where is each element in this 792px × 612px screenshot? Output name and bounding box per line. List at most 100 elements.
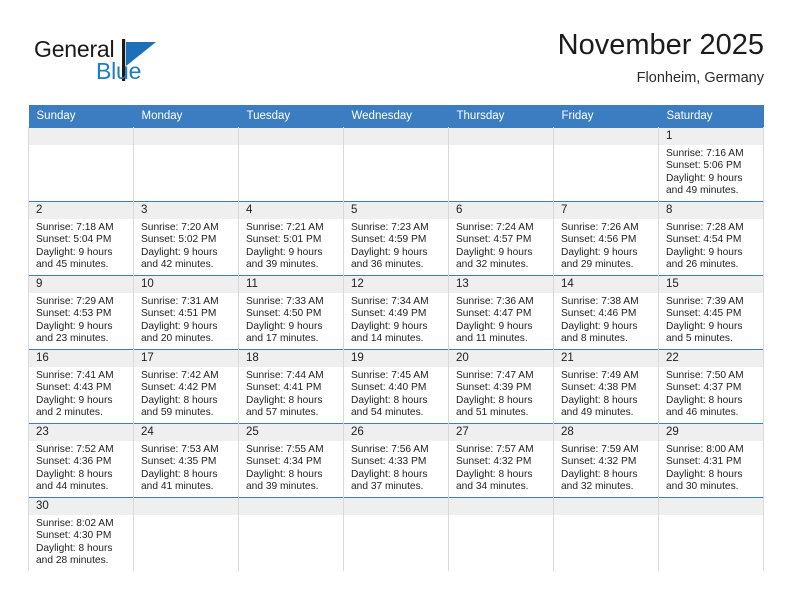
sunrise-line: Sunrise: 7:47 AM (456, 370, 534, 381)
daylight-line-1: Daylight: 8 hours (456, 468, 533, 480)
day-cell[interactable]: 26 Sunrise: 7:56 AM Sunset: 4:33 PM Dayligh… (343, 423, 449, 498)
daylight-line-1: Daylight: 9 hours (246, 320, 323, 332)
daylight-line-2: and 23 minutes. (36, 333, 109, 345)
daylight-line-2: and 39 minutes. (246, 481, 319, 493)
day-number: 26 (344, 424, 448, 441)
day-number (344, 128, 448, 145)
daylight-line-2: and 44 minutes. (36, 481, 109, 493)
daylight-line-2: and 59 minutes. (141, 407, 214, 419)
day-number: 11 (239, 276, 343, 293)
day-details: Sunrise: 7:21 AM Sunset: 5:01 PM Daylight:… (239, 219, 343, 272)
daylight-line-1: Daylight: 9 hours (456, 246, 533, 258)
day-number (659, 498, 763, 515)
sunrise-line: Sunrise: 7:21 AM (246, 222, 324, 233)
day-cell[interactable]: 16 Sunrise: 7:41 AM Sunset: 4:43 PM Dayligh… (28, 349, 134, 424)
day-cell[interactable]: 18 Sunrise: 7:44 AM Sunset: 4:41 PM Dayligh… (238, 349, 344, 424)
day-details: Sunrise: 7:34 AM Sunset: 4:49 PM Daylight:… (344, 293, 448, 346)
day-cell[interactable]: 3 Sunrise: 7:20 AM Sunset: 5:02 PM Daylight… (133, 201, 239, 276)
day-cell[interactable]: 4 Sunrise: 7:21 AM Sunset: 5:01 PM Daylight… (238, 201, 344, 276)
daylight-line-2: and 5 minutes. (666, 333, 733, 345)
sunrise-line: Sunrise: 8:02 AM (36, 518, 114, 529)
daylight-line-2: and 49 minutes. (666, 185, 739, 197)
sunset-line: Sunset: 4:46 PM (561, 308, 637, 320)
day-cell[interactable]: 7 Sunrise: 7:26 AM Sunset: 4:56 PM Daylight… (553, 201, 659, 276)
sunset-line: Sunset: 4:33 PM (351, 456, 427, 468)
day-number: 20 (449, 350, 553, 367)
sunrise-line: Sunrise: 7:44 AM (246, 370, 324, 381)
day-cell (448, 127, 554, 202)
sunrise-line: Sunrise: 7:49 AM (561, 370, 639, 381)
day-cell[interactable]: 27 Sunrise: 7:57 AM Sunset: 4:32 PM Dayligh… (448, 423, 554, 498)
weekday-header-tuesday: Tuesday (238, 105, 344, 128)
day-cell[interactable]: 8 Sunrise: 7:28 AM Sunset: 4:54 PM Daylight… (658, 201, 764, 276)
daylight-line-2: and 46 minutes. (666, 407, 739, 419)
day-number: 10 (134, 276, 238, 293)
day-details: Sunrise: 7:50 AM Sunset: 4:37 PM Daylight:… (659, 367, 763, 420)
day-cell[interactable]: 19 Sunrise: 7:45 AM Sunset: 4:40 PM Dayligh… (343, 349, 449, 424)
day-cell (553, 127, 659, 202)
weekday-header-monday: Monday (133, 105, 239, 128)
day-cell[interactable]: 12 Sunrise: 7:34 AM Sunset: 4:49 PM Dayligh… (343, 275, 449, 350)
sunrise-line: Sunrise: 7:18 AM (36, 222, 114, 233)
sunrise-line: Sunrise: 7:50 AM (666, 370, 744, 381)
sunset-line: Sunset: 4:31 PM (666, 456, 742, 468)
day-cell[interactable]: 6 Sunrise: 7:24 AM Sunset: 4:57 PM Daylight… (448, 201, 554, 276)
day-details: Sunrise: 7:23 AM Sunset: 4:59 PM Daylight:… (344, 219, 448, 272)
day-cell[interactable]: 15 Sunrise: 7:39 AM Sunset: 4:45 PM Dayligh… (658, 275, 764, 350)
day-cell[interactable]: 21 Sunrise: 7:49 AM Sunset: 4:38 PM Dayligh… (553, 349, 659, 424)
daylight-line-1: Daylight: 9 hours (561, 320, 638, 332)
day-cell[interactable]: 23 Sunrise: 7:52 AM Sunset: 4:36 PM Dayligh… (28, 423, 134, 498)
day-cell[interactable]: 2 Sunrise: 7:18 AM Sunset: 5:04 PM Daylight… (28, 201, 134, 276)
day-cell[interactable]: 5 Sunrise: 7:23 AM Sunset: 4:59 PM Daylight… (343, 201, 449, 276)
sunset-line: Sunset: 4:40 PM (351, 382, 427, 394)
weekday-header-thursday: Thursday (448, 105, 554, 128)
day-number: 25 (239, 424, 343, 441)
day-details: Sunrise: 7:45 AM Sunset: 4:40 PM Daylight:… (344, 367, 448, 420)
sunset-line: Sunset: 4:37 PM (666, 382, 742, 394)
calendar-week-row: 23 Sunrise: 7:52 AM Sunset: 4:36 PM Dayligh… (28, 423, 764, 498)
day-details (449, 515, 553, 518)
day-cell[interactable]: 22 Sunrise: 7:50 AM Sunset: 4:37 PM Dayligh… (658, 349, 764, 424)
day-number: 21 (554, 350, 658, 367)
weekday-header-friday: Friday (553, 105, 659, 128)
day-cell[interactable]: 30 Sunrise: 8:02 AM Sunset: 4:30 PM Dayligh… (28, 497, 134, 571)
day-details (134, 145, 238, 148)
day-number (239, 128, 343, 145)
daylight-line-1: Daylight: 8 hours (351, 468, 428, 480)
sunset-line: Sunset: 4:34 PM (246, 456, 322, 468)
sunrise-line: Sunrise: 7:59 AM (561, 444, 639, 455)
brand-logo[interactable]: General Blue (34, 36, 234, 92)
daylight-line-2: and 36 minutes. (351, 259, 424, 271)
daylight-line-2: and 34 minutes. (456, 481, 529, 493)
day-number: 16 (29, 350, 133, 367)
day-number: 22 (659, 350, 763, 367)
day-cell[interactable]: 25 Sunrise: 7:55 AM Sunset: 4:34 PM Dayligh… (238, 423, 344, 498)
daylight-line-1: Daylight: 8 hours (561, 468, 638, 480)
sunset-line: Sunset: 5:02 PM (141, 234, 217, 246)
day-cell[interactable]: 17 Sunrise: 7:42 AM Sunset: 4:42 PM Dayligh… (133, 349, 239, 424)
sunset-line: Sunset: 4:57 PM (456, 234, 532, 246)
title-block: November 2025 Flonheim, Germany (558, 28, 764, 88)
day-cell[interactable]: 10 Sunrise: 7:31 AM Sunset: 4:51 PM Dayligh… (133, 275, 239, 350)
day-cell[interactable]: 13 Sunrise: 7:36 AM Sunset: 4:47 PM Dayligh… (448, 275, 554, 350)
sunrise-line: Sunrise: 7:39 AM (666, 296, 744, 307)
daylight-line-1: Daylight: 9 hours (666, 320, 743, 332)
day-number (554, 128, 658, 145)
day-cell[interactable]: 29 Sunrise: 8:00 AM Sunset: 4:31 PM Dayligh… (658, 423, 764, 498)
calendar-page: General Blue November 2025 Flonheim, Ger… (0, 0, 792, 612)
sunrise-line: Sunrise: 7:53 AM (141, 444, 219, 455)
day-cell[interactable]: 1 Sunrise: 7:16 AM Sunset: 5:06 PM Daylight… (658, 127, 764, 202)
sunrise-line: Sunrise: 7:29 AM (36, 296, 114, 307)
sunrise-line: Sunrise: 7:16 AM (666, 148, 744, 159)
daylight-line-2: and 30 minutes. (666, 481, 739, 493)
day-cell[interactable]: 28 Sunrise: 7:59 AM Sunset: 4:32 PM Dayligh… (553, 423, 659, 498)
daylight-line-1: Daylight: 8 hours (141, 468, 218, 480)
day-cell (658, 497, 764, 571)
day-cell[interactable]: 11 Sunrise: 7:33 AM Sunset: 4:50 PM Dayligh… (238, 275, 344, 350)
day-cell[interactable]: 24 Sunrise: 7:53 AM Sunset: 4:35 PM Dayligh… (133, 423, 239, 498)
daylight-line-1: Daylight: 9 hours (351, 320, 428, 332)
day-cell[interactable]: 14 Sunrise: 7:38 AM Sunset: 4:46 PM Dayligh… (553, 275, 659, 350)
day-cell[interactable]: 9 Sunrise: 7:29 AM Sunset: 4:53 PM Daylight… (28, 275, 134, 350)
day-details: Sunrise: 7:39 AM Sunset: 4:45 PM Daylight:… (659, 293, 763, 346)
day-cell[interactable]: 20 Sunrise: 7:47 AM Sunset: 4:39 PM Dayligh… (448, 349, 554, 424)
